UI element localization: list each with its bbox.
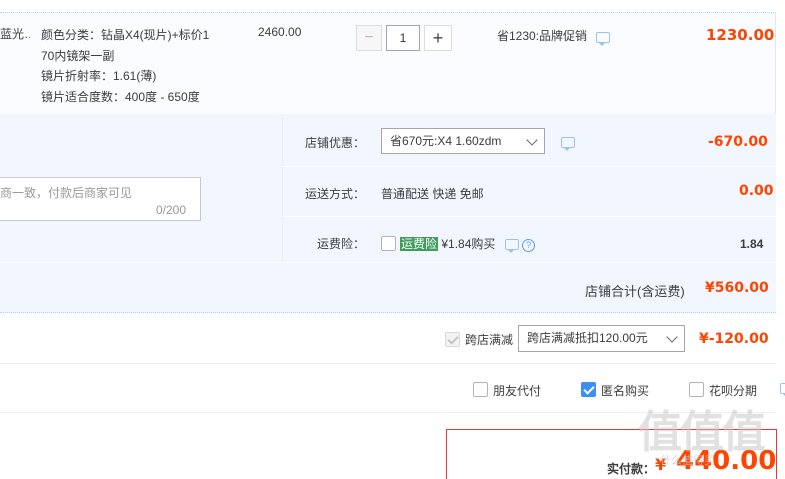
shop-discount-selected: 省670元:X4 1.60zdm [390,134,502,148]
watermark-subtext: 什么值得买 [660,455,715,467]
cross-store-select[interactable]: 跨店满减抵扣120.00元 [518,325,685,352]
sku-line: 镜片适合度数：400度 - 650度 [41,89,200,104]
message-char-count: 0/200 [156,203,187,217]
freight-insurance-option: 运费险 ¥1.84购买 ? [400,235,536,253]
promotion-text: 省1230:品牌促销 [497,29,588,43]
promotion-info: 省1230:品牌促销 [497,27,611,46]
quantity-decrease-button[interactable]: − [356,25,382,51]
message-placeholder: 商一致，付款后商家可见 [0,186,133,200]
sku-line: 颜色分类：钻晶X4(现片)+标价1 [41,28,210,42]
freight-insurance-amount: 1.84 [740,237,764,251]
shop-discount-select[interactable]: 省670元:X4 1.60zdm [381,128,545,154]
divider [282,166,776,167]
watermark-logo: 值值值 [638,407,766,458]
freight-insurance-label: 运费险： [317,237,366,251]
product-name[interactable]: 蓝光… [0,25,30,42]
shipping-method: 普通配送 快递 免邮 [381,187,484,201]
item-subtotal: 1230.00 [706,26,775,44]
shop-total-amount: ¥560.00 [705,280,769,296]
chat-icon[interactable] [561,137,575,151]
quantity-increase-button[interactable]: + [424,25,452,51]
freight-insurance-tag: 运费险 [400,237,439,251]
freight-insurance-checkbox[interactable] [381,236,396,251]
divider [282,216,776,217]
sku-info: 颜色分类：钻晶X4(现片)+标价1 70内镜架一副 镜片折射率：1.61(薄) … [41,25,241,107]
shipping-amount: 0.00 [739,183,774,199]
final-payment-label: 实付款： [607,462,656,476]
chat-icon[interactable] [596,32,611,46]
huabei-installment-checkbox[interactable] [689,382,704,397]
cross-store-checkbox[interactable] [445,332,460,347]
sku-line: 镜片折射率：1.61(薄) [41,69,157,83]
sku-line: 70内镜架一副 [41,48,115,63]
anonymous-purchase-checkbox[interactable] [581,382,596,397]
cross-store-selected: 跨店满减抵扣120.00元 [527,331,648,345]
freight-insurance-price: ¥1.84购买 [441,237,496,251]
shop-discount-label: 店铺优惠： [305,136,366,150]
chevron-down-icon [666,331,678,343]
friend-pay-label: 朋友代付 [493,384,542,398]
chat-icon[interactable] [780,383,785,397]
unit-price: 2460.00 [258,25,302,39]
chevron-down-icon [526,134,538,146]
shop-total-label: 店铺合计(含运费) [585,284,685,299]
quantity-input[interactable]: 1 [386,25,420,51]
cross-store-amount: ¥-120.00 [699,331,769,347]
help-icon[interactable]: ? [522,239,536,252]
shipping-label: 运送方式： [305,187,366,201]
shop-discount-amount: -670.00 [708,134,768,150]
chat-icon[interactable] [504,239,519,253]
cross-store-label: 跨店满减 [465,333,514,347]
friend-pay-checkbox[interactable] [473,382,488,397]
